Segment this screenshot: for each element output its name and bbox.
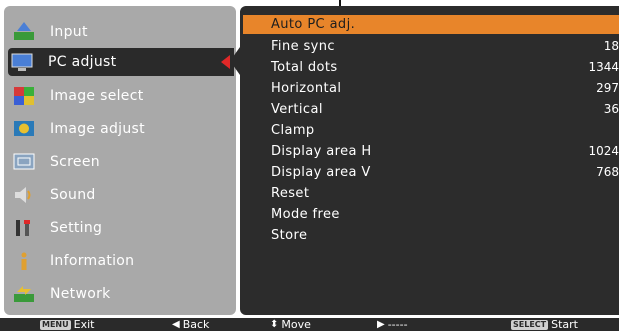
menu-item-label: Screen bbox=[50, 154, 100, 170]
image-adjust-icon bbox=[12, 118, 36, 140]
submenu-display-area-v[interactable]: Display area V bbox=[271, 163, 371, 182]
information-icon bbox=[12, 250, 36, 272]
left-arrow-icon: ◀ bbox=[172, 319, 180, 330]
submenu-horizontal[interactable]: Horizontal bbox=[271, 79, 341, 98]
submenu-auto-pc-adj[interactable]: Auto PC adj. bbox=[271, 15, 355, 34]
menu-item-image-select[interactable]: Image select bbox=[10, 82, 232, 110]
submenu-fine-sync[interactable]: Fine sync bbox=[271, 37, 335, 56]
menu-item-label: Setting bbox=[50, 220, 103, 236]
input-icon bbox=[12, 21, 36, 43]
setting-icon bbox=[12, 217, 36, 239]
up-down-arrow-icon: ⬍ bbox=[270, 319, 279, 330]
menu-item-information[interactable]: Information bbox=[10, 247, 232, 275]
submenu-mode-free[interactable]: Mode free bbox=[271, 205, 340, 224]
image-select-icon bbox=[12, 85, 36, 107]
menu-item-sound[interactable]: Sound bbox=[10, 181, 232, 209]
submenu-store[interactable]: Store bbox=[271, 226, 307, 245]
next-hint[interactable]: ▶ ----- bbox=[377, 318, 408, 331]
screen-icon bbox=[12, 151, 36, 173]
menu-item-image-adjust[interactable]: Image adjust bbox=[10, 115, 232, 143]
menu-item-label: Input bbox=[50, 24, 88, 40]
display-area-v-value: 768 bbox=[596, 165, 619, 179]
display-area-h-value: 1024 bbox=[588, 144, 619, 158]
back-hint[interactable]: ◀ Back bbox=[172, 318, 209, 331]
menu-item-label: Sound bbox=[50, 187, 96, 203]
menu-key-icon: MENU bbox=[40, 319, 71, 330]
move-hint[interactable]: ⬍ Move bbox=[270, 318, 311, 331]
network-icon bbox=[12, 283, 36, 305]
menu-item-network[interactable]: Network bbox=[10, 280, 232, 308]
submenu-reset[interactable]: Reset bbox=[271, 184, 309, 203]
horizontal-value: 297 bbox=[596, 81, 619, 95]
menu-pointer-notch bbox=[230, 47, 240, 75]
next-label: ----- bbox=[387, 318, 408, 331]
selected-arrow-icon bbox=[221, 55, 230, 69]
menu-item-input[interactable]: Input bbox=[10, 18, 232, 46]
pc-adjust-icon bbox=[10, 51, 34, 73]
menu-item-label: Image adjust bbox=[50, 121, 145, 137]
select-key-icon: SELECT bbox=[511, 319, 549, 330]
sound-icon bbox=[12, 184, 36, 206]
start-label: Start bbox=[551, 318, 578, 331]
help-bar: MENU Exit ◀ Back ⬍ Move ▶ ----- SELECT S… bbox=[0, 318, 619, 331]
menu-item-label: Information bbox=[50, 253, 135, 269]
menu-item-label: Image select bbox=[50, 88, 144, 104]
submenu-display-area-h[interactable]: Display area H bbox=[271, 142, 372, 161]
menu-item-screen[interactable]: Screen bbox=[10, 148, 232, 176]
start-hint[interactable]: SELECT Start bbox=[511, 318, 578, 331]
menu-item-label: PC adjust bbox=[48, 54, 117, 70]
submenu-vertical[interactable]: Vertical bbox=[271, 100, 323, 119]
exit-label: Exit bbox=[73, 318, 95, 331]
fine-sync-value: 18 bbox=[603, 39, 619, 53]
menu-item-setting[interactable]: Setting bbox=[10, 214, 232, 242]
back-label: Back bbox=[182, 318, 210, 331]
submenu-total-dots[interactable]: Total dots bbox=[271, 58, 338, 77]
menu-item-pc-adjust[interactable]: PC adjust bbox=[8, 48, 234, 76]
move-label: Move bbox=[281, 318, 311, 331]
right-arrow-icon: ▶ bbox=[377, 319, 385, 330]
menu-item-label: Network bbox=[50, 286, 111, 302]
vertical-value: 36 bbox=[603, 102, 619, 116]
total-dots-value: 1344 bbox=[588, 60, 619, 74]
submenu-clamp[interactable]: Clamp bbox=[271, 121, 315, 140]
exit-hint[interactable]: MENU Exit bbox=[40, 318, 94, 331]
